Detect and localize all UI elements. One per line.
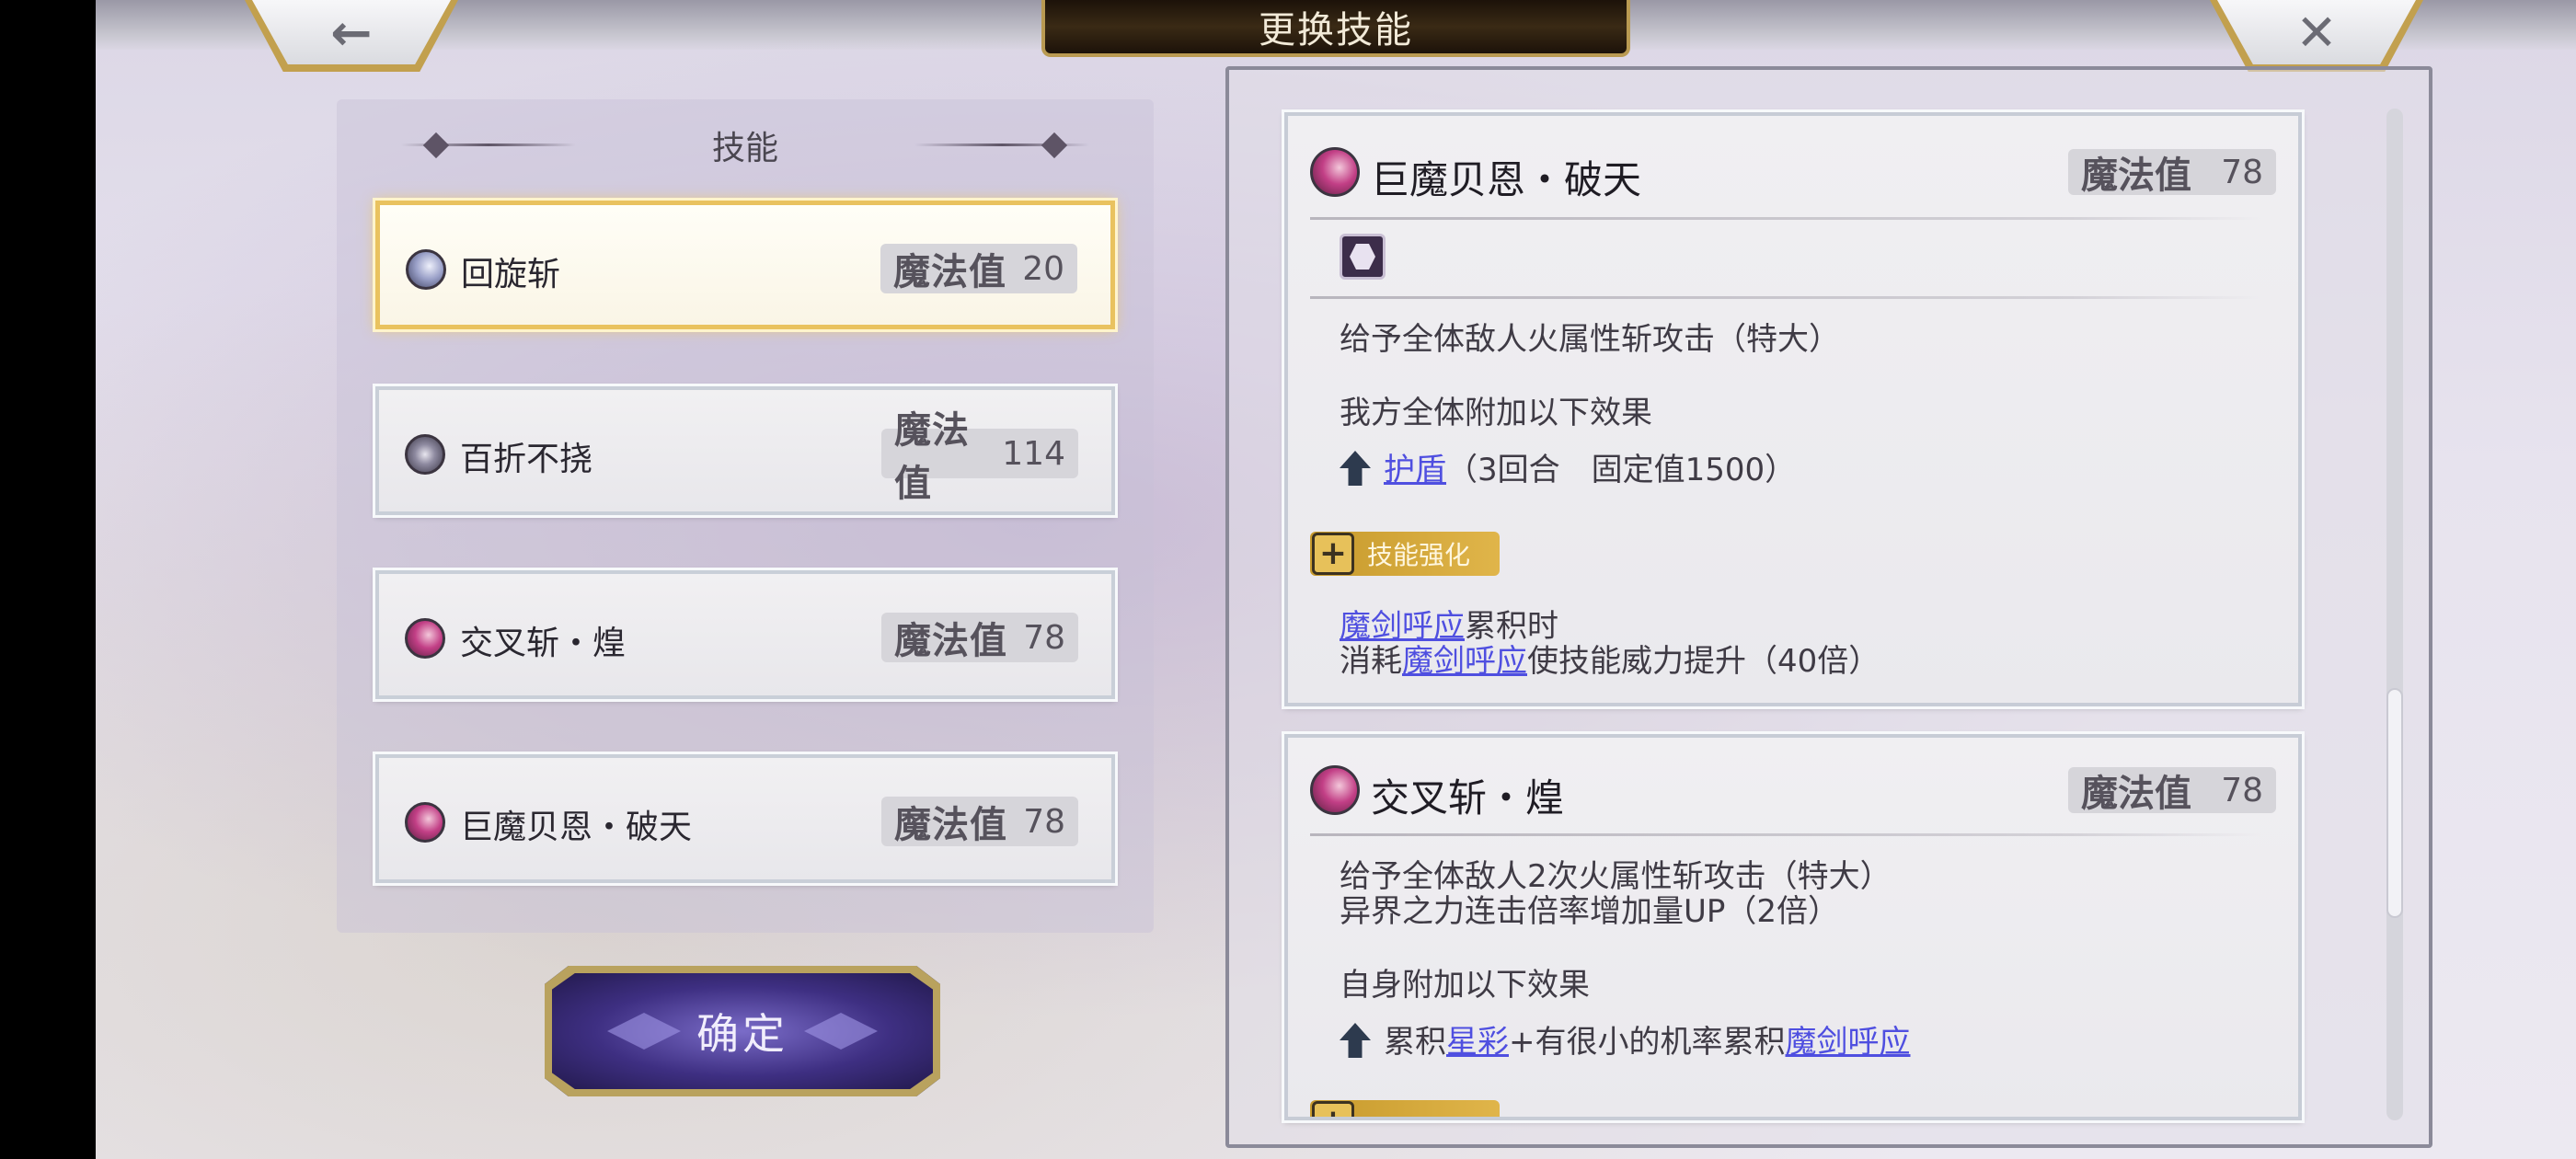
ornament-diamond-right xyxy=(1041,132,1068,159)
skill-detail-panel[interactable]: 巨魔贝恩・破天 魔法值 78 给予全体敌人火属性斩攻击（特大） 我方全体附加以下… xyxy=(1225,66,2432,1148)
detail-skill-name: 交叉斩・煌 xyxy=(1371,775,1565,820)
skill-name: 回旋斩 xyxy=(461,256,561,293)
buff-text: 累积 xyxy=(1384,1024,1446,1061)
back-arrow-icon: ← xyxy=(330,3,373,62)
mp-cost-badge: 魔法值 78 xyxy=(881,613,1078,662)
link-mojian-huying[interactable]: 魔剑呼应 xyxy=(1786,1024,1911,1061)
effect-line: 自身附加以下效果 xyxy=(1340,967,1590,1004)
compass-star-icon xyxy=(405,434,445,475)
mp-cost-badge: 魔法值 78 xyxy=(2068,149,2276,197)
skill-name: 交叉斩・煌 xyxy=(460,625,627,662)
link-mojian-huying[interactable]: 魔剑呼应 xyxy=(1340,608,1465,645)
ornament-diamond-left xyxy=(422,132,450,159)
divider xyxy=(1310,833,2261,836)
link-xingcai[interactable]: 星彩 xyxy=(1446,1024,1509,1061)
skill-detail-card: 交叉斩・煌 魔法值 78 给予全体敌人2次火属性斩攻击（特大） 异界之力连击倍率… xyxy=(1284,734,2302,1120)
divider xyxy=(1310,296,2261,299)
effect-line: 异界之力连击倍率增加量UP（2倍） xyxy=(1340,893,1840,930)
mp-label: 魔法值 xyxy=(894,409,970,505)
close-icon: ✕ xyxy=(2295,3,2338,62)
game-screen: ← 更换技能 ✕ 技能 回旋斩 魔法值 20 百折不挠 魔法值 114 交叉斩・… xyxy=(96,0,2576,1159)
mp-label: 魔法值 xyxy=(2081,155,2191,197)
enhance-text: 消耗 xyxy=(1340,643,1402,680)
skill-item-jiaochazhan[interactable]: 交叉斩・煌 魔法值 78 xyxy=(375,570,1115,699)
page-title: 更换技能 xyxy=(1259,9,1413,52)
buff-detail: （3回合 固定值1500） xyxy=(1446,452,1797,488)
mp-cost-badge: 魔法值 78 xyxy=(2068,767,2276,815)
mp-value: 20 xyxy=(1022,249,1064,288)
scrollbar-track[interactable] xyxy=(2386,109,2403,1120)
scrollbar-thumb[interactable] xyxy=(2386,688,2403,918)
enhance-line: 魔剑呼应累积时 xyxy=(1340,609,1558,644)
skill-name: 巨魔贝恩・破天 xyxy=(460,809,693,846)
detail-header: 交叉斩・煌 魔法值 78 xyxy=(1310,765,2276,820)
enhance-text: 累积时 xyxy=(1465,608,1558,645)
plus-icon: + xyxy=(1312,1101,1354,1117)
up-arrow-icon xyxy=(1340,1023,1371,1058)
mp-value: 78 xyxy=(2221,153,2263,191)
enhance-text: 使技能威力提升（40倍） xyxy=(1527,643,1880,680)
crescent-moon-pink-icon xyxy=(1310,147,1360,197)
mp-label: 魔法值 xyxy=(894,804,1007,846)
crescent-moon-pink-icon xyxy=(1310,765,1360,815)
skill-item-huixuanzhan[interactable]: 回旋斩 魔法值 20 xyxy=(375,201,1115,329)
mp-cost-badge: 魔法值 114 xyxy=(881,409,1078,505)
detail-skill-name: 巨魔贝恩・破天 xyxy=(1371,157,1642,202)
skill-enhance-tag: + 技能强化 xyxy=(1310,532,1500,576)
mp-cost-badge: 魔法值 78 xyxy=(881,797,1078,846)
skill-item-baizhebunao[interactable]: 百折不挠 魔法值 114 xyxy=(375,386,1115,515)
skill-list-header: 技能 xyxy=(337,125,1154,167)
skill-detail-card: 巨魔贝恩・破天 魔法值 78 给予全体敌人火属性斩攻击（特大） 我方全体附加以下… xyxy=(1284,112,2302,706)
divider xyxy=(1310,217,2261,220)
buff-line: 累积星彩+有很小的机率累积魔剑呼应 xyxy=(1340,1023,1911,1060)
close-button[interactable]: ✕ xyxy=(2210,0,2423,72)
mp-cost-badge: 魔法值 20 xyxy=(880,244,1077,293)
effect-line: 给予全体敌人火属性斩攻击（特大） xyxy=(1340,321,1840,358)
crescent-moon-icon xyxy=(406,249,446,290)
back-button[interactable]: ← xyxy=(245,0,458,72)
effect-line: 我方全体附加以下效果 xyxy=(1340,395,1652,431)
title-plate: 更换技能 xyxy=(1041,0,1630,57)
hexagon-attribute-icon[interactable] xyxy=(1340,234,1386,280)
crescent-moon-pink-icon xyxy=(405,802,445,843)
link-mojian-huying[interactable]: 魔剑呼应 xyxy=(1402,643,1527,680)
enhance-label: 技能强化 xyxy=(1367,540,1471,570)
skill-list-panel: 技能 回旋斩 魔法值 20 百折不挠 魔法值 114 交叉斩・煌 魔法值 78 … xyxy=(337,99,1154,933)
skill-item-jumobeien[interactable]: 巨魔贝恩・破天 魔法值 78 xyxy=(375,754,1115,883)
plus-icon: + xyxy=(1312,533,1354,575)
diamond-ornament-right xyxy=(804,1013,878,1050)
diamond-ornament-left xyxy=(607,1013,681,1050)
skill-name: 百折不挠 xyxy=(460,441,593,478)
skill-list-heading: 技能 xyxy=(711,130,778,167)
mp-value: 78 xyxy=(1023,802,1065,841)
crescent-moon-pink-icon xyxy=(405,618,445,659)
mp-value: 78 xyxy=(2221,771,2263,809)
mp-value: 114 xyxy=(1002,434,1065,473)
buff-text: +有很小的机率累积 xyxy=(1509,1024,1786,1061)
effect-line: 给予全体敌人2次火属性斩攻击（特大） xyxy=(1340,858,1892,895)
enhance-line: 消耗魔剑呼应使技能威力提升（40倍） xyxy=(1340,644,1880,679)
confirm-label: 确定 xyxy=(696,1009,788,1059)
up-arrow-icon xyxy=(1340,451,1371,486)
confirm-button[interactable]: 确定 xyxy=(545,966,940,1096)
mp-label: 魔法值 xyxy=(893,251,1006,293)
detail-header: 巨魔贝恩・破天 魔法值 78 xyxy=(1310,147,2276,202)
buff-link-shield[interactable]: 护盾 xyxy=(1384,452,1446,488)
mp-value: 78 xyxy=(1023,618,1065,657)
mp-label: 魔法值 xyxy=(2081,773,2191,815)
skill-enhance-tag: + xyxy=(1310,1100,1500,1117)
buff-line: 护盾（3回合 固定值1500） xyxy=(1340,451,1796,488)
mp-label: 魔法值 xyxy=(894,620,1007,662)
